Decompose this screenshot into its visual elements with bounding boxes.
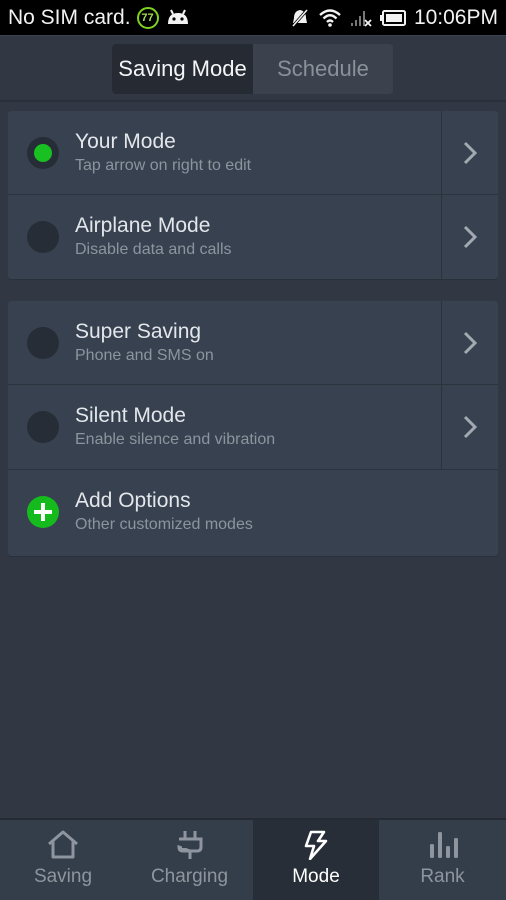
selected-dot bbox=[34, 143, 52, 162]
battery-saver-badge-icon: 77 bbox=[136, 6, 159, 29]
mode-title: Airplane Mode bbox=[75, 214, 211, 237]
mode-title: Silent Mode bbox=[75, 404, 186, 427]
notifications-muted-icon bbox=[290, 8, 310, 28]
add-options-button[interactable]: Add Options Other customized modes bbox=[8, 470, 498, 554]
chevron-right-icon bbox=[463, 141, 478, 164]
nav-label: Charging bbox=[150, 866, 229, 887]
edit-super-saving-button[interactable] bbox=[441, 301, 498, 384]
nav-label: Saving bbox=[33, 866, 93, 887]
radio-unselected-icon[interactable] bbox=[27, 221, 59, 253]
no-signal-icon bbox=[350, 8, 372, 28]
segmented-control: Saving Mode Schedule bbox=[112, 44, 393, 94]
bottom-nav: Saving Charging Mode Rank bbox=[0, 818, 506, 900]
edit-silent-mode-button[interactable] bbox=[441, 385, 498, 469]
battery-icon bbox=[379, 9, 406, 26]
plug-icon bbox=[176, 831, 202, 859]
header: Saving Mode Schedule bbox=[0, 36, 506, 102]
radio-unselected-icon[interactable] bbox=[27, 411, 59, 443]
add-options-subtitle: Other customized modes bbox=[75, 516, 253, 533]
wifi-icon bbox=[318, 8, 342, 28]
android-icon bbox=[165, 8, 191, 28]
chevron-right-icon bbox=[463, 415, 478, 439]
mode-subtitle: Tap arrow on right to edit bbox=[75, 156, 252, 174]
nav-rank[interactable]: Rank bbox=[379, 820, 506, 900]
mode-subtitle: Phone and SMS on bbox=[75, 346, 214, 364]
edit-airplane-mode-button[interactable] bbox=[441, 195, 498, 279]
mode-group-2: Super Saving Phone and SMS on Silent Mod… bbox=[8, 301, 498, 556]
mode-row-super-saving: Super Saving Phone and SMS on bbox=[8, 301, 498, 385]
status-bar: No SIM card. 77 10:06PM bbox=[0, 0, 506, 36]
tab-schedule[interactable]: Schedule bbox=[253, 44, 393, 94]
carrier-text: No SIM card. bbox=[8, 5, 131, 29]
select-silent-mode[interactable]: Silent Mode Enable silence and vibration bbox=[8, 385, 441, 469]
mode-row-silent-mode: Silent Mode Enable silence and vibration bbox=[8, 385, 498, 470]
chevron-right-icon bbox=[463, 331, 478, 354]
mode-group-1: Your Mode Tap arrow on right to edit Air… bbox=[8, 111, 498, 279]
nav-charging[interactable]: Charging bbox=[126, 820, 253, 900]
radio-unselected-icon[interactable] bbox=[27, 326, 59, 359]
edit-your-mode-button[interactable] bbox=[441, 111, 498, 194]
add-plus-icon bbox=[27, 496, 59, 528]
mode-row-your-mode: Your Mode Tap arrow on right to edit bbox=[8, 111, 498, 195]
nav-label: Mode bbox=[292, 866, 340, 887]
select-airplane-mode[interactable]: Airplane Mode Disable data and calls bbox=[8, 195, 441, 279]
lightning-icon bbox=[304, 830, 328, 860]
mode-title: Your Mode bbox=[75, 129, 176, 153]
mode-row-airplane-mode: Airplane Mode Disable data and calls bbox=[8, 195, 498, 279]
clock: 10:06PM bbox=[413, 5, 498, 29]
mode-subtitle: Disable data and calls bbox=[75, 241, 232, 258]
select-your-mode[interactable]: Your Mode Tap arrow on right to edit bbox=[8, 111, 441, 194]
add-options-title: Add Options bbox=[75, 489, 191, 512]
mode-subtitle: Enable silence and vibration bbox=[75, 431, 276, 448]
nav-label: Rank bbox=[420, 866, 465, 887]
tab-saving-mode[interactable]: Saving Mode bbox=[112, 44, 253, 94]
select-super-saving[interactable]: Super Saving Phone and SMS on bbox=[8, 301, 441, 384]
radio-selected-icon[interactable] bbox=[27, 136, 59, 169]
home-icon bbox=[48, 830, 78, 859]
chevron-right-icon bbox=[463, 225, 478, 249]
bar-chart-icon bbox=[429, 832, 458, 858]
nav-saving[interactable]: Saving bbox=[0, 820, 126, 900]
mode-title: Super Saving bbox=[75, 319, 202, 343]
add-options-row: Add Options Other customized modes bbox=[8, 470, 498, 554]
nav-mode[interactable]: Mode bbox=[253, 820, 379, 900]
